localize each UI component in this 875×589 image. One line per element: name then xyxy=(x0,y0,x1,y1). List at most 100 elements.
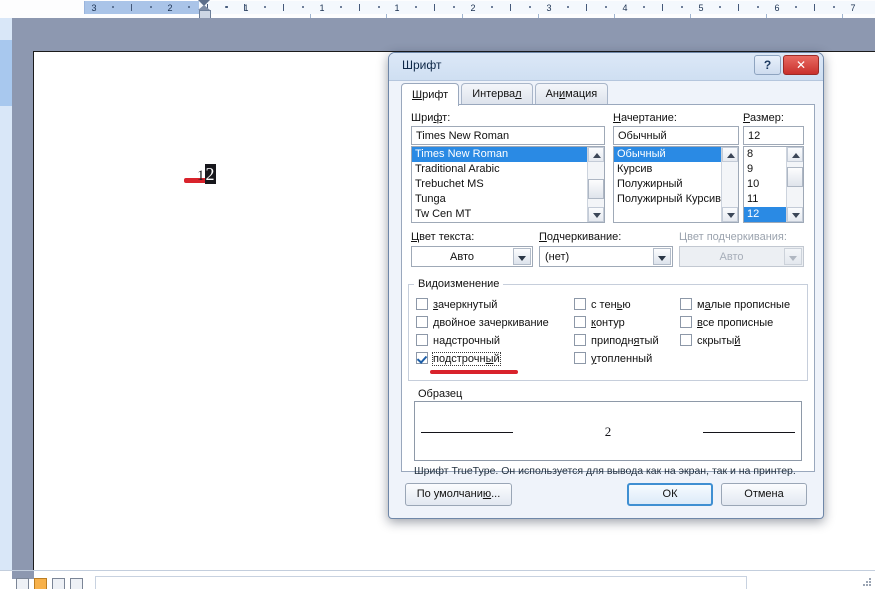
ruler-tick-r5: 5 xyxy=(694,2,708,14)
ruler-bar xyxy=(283,4,284,11)
view-outline-icon[interactable] xyxy=(70,578,83,589)
checkbox-box xyxy=(680,316,692,328)
scroll-down-icon[interactable] xyxy=(588,207,604,222)
underline-style-select[interactable]: (нет) xyxy=(539,246,673,267)
list-item[interactable]: Полужирный xyxy=(614,177,721,192)
checkbox-engrave[interactable]: утопленный xyxy=(574,352,653,366)
list-item[interactable]: Times New Roman xyxy=(412,147,587,162)
chevron-down-icon[interactable] xyxy=(653,248,671,265)
list-item[interactable]: Обычный xyxy=(614,147,721,162)
ruler-dot xyxy=(681,6,683,8)
ruler-dot xyxy=(757,6,759,8)
checkbox-subscript[interactable]: подстрочный xyxy=(416,352,501,366)
tab-animation[interactable]: Анимация xyxy=(535,83,609,104)
list-item[interactable]: 12 xyxy=(744,207,786,222)
document-text[interactable]: 12 xyxy=(197,164,216,185)
ruler-tick-l0: 1 xyxy=(315,2,329,14)
scroll-up-icon[interactable] xyxy=(588,147,604,162)
checkbox-box xyxy=(574,298,586,310)
checkbox-box xyxy=(416,352,428,364)
checkbox-box xyxy=(416,298,428,310)
font-list[interactable]: Times New Roman Traditional Arabic Trebu… xyxy=(411,146,605,223)
tab-interval[interactable]: Интервал xyxy=(461,83,532,104)
checkbox-box xyxy=(574,316,586,328)
indent-marker[interactable] xyxy=(198,0,211,18)
chevron-down-icon xyxy=(784,248,802,265)
dialog-title-bar[interactable]: Шрифт ? ✕ xyxy=(389,53,823,81)
scroll-thumb[interactable] xyxy=(588,179,604,199)
left-scroll-strip[interactable] xyxy=(0,18,12,570)
underline-color-select: Авто xyxy=(679,246,804,267)
cancel-button[interactable]: Отмена xyxy=(721,483,807,506)
font-style-scrollbar[interactable] xyxy=(721,147,738,222)
close-icon[interactable]: ✕ xyxy=(783,55,819,75)
font-name-input[interactable]: Times New Roman xyxy=(411,126,605,145)
tab-font[interactable]: Шрифт xyxy=(401,83,459,106)
status-field[interactable] xyxy=(95,576,747,589)
font-size-input[interactable]: 12 xyxy=(743,126,804,145)
ruler-dot xyxy=(150,6,152,8)
font-size-list[interactable]: 8 9 10 11 12 xyxy=(743,146,804,223)
ruler-bar xyxy=(131,4,132,11)
underline-color-label: Цвет подчеркивания: xyxy=(679,231,787,243)
ruler-tick-r1: 1 xyxy=(390,2,404,14)
scroll-up-icon[interactable] xyxy=(787,147,803,162)
checkbox-superscript[interactable]: надстрочный xyxy=(416,334,501,348)
list-item[interactable]: 10 xyxy=(744,177,786,192)
set-default-button[interactable]: По умолчанию... xyxy=(405,483,512,506)
ok-button[interactable]: ОК xyxy=(627,483,713,506)
resize-grip-icon[interactable] xyxy=(862,578,872,587)
left-scroll-thumb[interactable] xyxy=(0,40,12,106)
ruler-bar xyxy=(662,4,663,11)
checkbox-box xyxy=(416,334,428,346)
text-color-select[interactable]: Авто xyxy=(411,246,533,267)
underline-color-value: Авто xyxy=(680,247,783,266)
ruler-bar xyxy=(510,4,511,11)
checkbox-double-strikethrough[interactable]: двойное зачеркивание xyxy=(416,316,550,330)
preview-box: 2 xyxy=(414,401,802,461)
checkbox-small-caps[interactable]: малые прописные xyxy=(680,298,791,312)
ruler-tick-l1: 1 xyxy=(239,2,253,14)
chevron-down-icon[interactable] xyxy=(513,248,531,265)
list-item[interactable]: Traditional Arabic xyxy=(412,162,587,177)
dialog-body: Шрифт Интервал Анимация Шрифт: Начертани… xyxy=(395,83,817,512)
checkbox-strikethrough[interactable]: зачеркнутый xyxy=(416,298,498,312)
ruler-dot xyxy=(491,6,493,8)
list-item[interactable]: Курсив xyxy=(614,162,721,177)
horizontal-ruler[interactable]: 3 2 1 1 1 2 3 4 5 6 7 xyxy=(0,0,875,19)
list-item[interactable]: Tunga xyxy=(412,192,587,207)
scroll-up-icon[interactable] xyxy=(722,147,738,162)
checkbox-outline[interactable]: контур xyxy=(574,316,626,330)
scroll-down-icon[interactable] xyxy=(787,207,803,222)
font-size-scrollbar[interactable] xyxy=(786,147,803,222)
checkbox-all-caps[interactable]: все прописные xyxy=(680,316,774,330)
checkbox-hidden[interactable]: скрытый xyxy=(680,334,741,348)
font-list-scrollbar[interactable] xyxy=(587,147,604,222)
view-print-layout-icon[interactable] xyxy=(16,578,29,589)
checkbox-emboss[interactable]: приподнятый xyxy=(574,334,660,348)
ruler-bar xyxy=(586,4,587,11)
font-dialog[interactable]: Шрифт ? ✕ Шрифт Интервал Анимация Шрифт:… xyxy=(388,52,824,519)
list-item[interactable]: 8 xyxy=(744,147,786,162)
help-icon[interactable]: ? xyxy=(754,55,781,75)
view-full-screen-icon[interactable] xyxy=(34,578,47,589)
font-style-list[interactable]: Обычный Курсив Полужирный Полужирный Кур… xyxy=(613,146,739,223)
preview-group-title: Образец xyxy=(414,388,466,400)
scroll-thumb[interactable] xyxy=(787,167,803,187)
view-web-layout-icon[interactable] xyxy=(52,578,65,589)
font-style-input[interactable]: Обычный xyxy=(613,126,739,145)
list-item[interactable]: 9 xyxy=(744,162,786,177)
list-item[interactable]: Tw Cen MT xyxy=(412,207,587,222)
list-item[interactable]: 11 xyxy=(744,192,786,207)
checkbox-shadow[interactable]: с тенью xyxy=(574,298,632,312)
status-bar[interactable] xyxy=(0,570,875,589)
document-text-base: 1 xyxy=(197,168,205,184)
style-label: Начертание: xyxy=(613,112,677,124)
font-style-list-items: Обычный Курсив Полужирный Полужирный Кур… xyxy=(614,147,721,222)
list-item[interactable]: Полужирный Курсив xyxy=(614,192,721,207)
underline-label: Подчеркивание: xyxy=(539,231,621,243)
ruler-dot xyxy=(567,6,569,8)
list-item[interactable]: Trebuchet MS xyxy=(412,177,587,192)
ruler-tick-l3: 3 xyxy=(87,2,101,14)
scroll-down-icon[interactable] xyxy=(722,207,738,222)
